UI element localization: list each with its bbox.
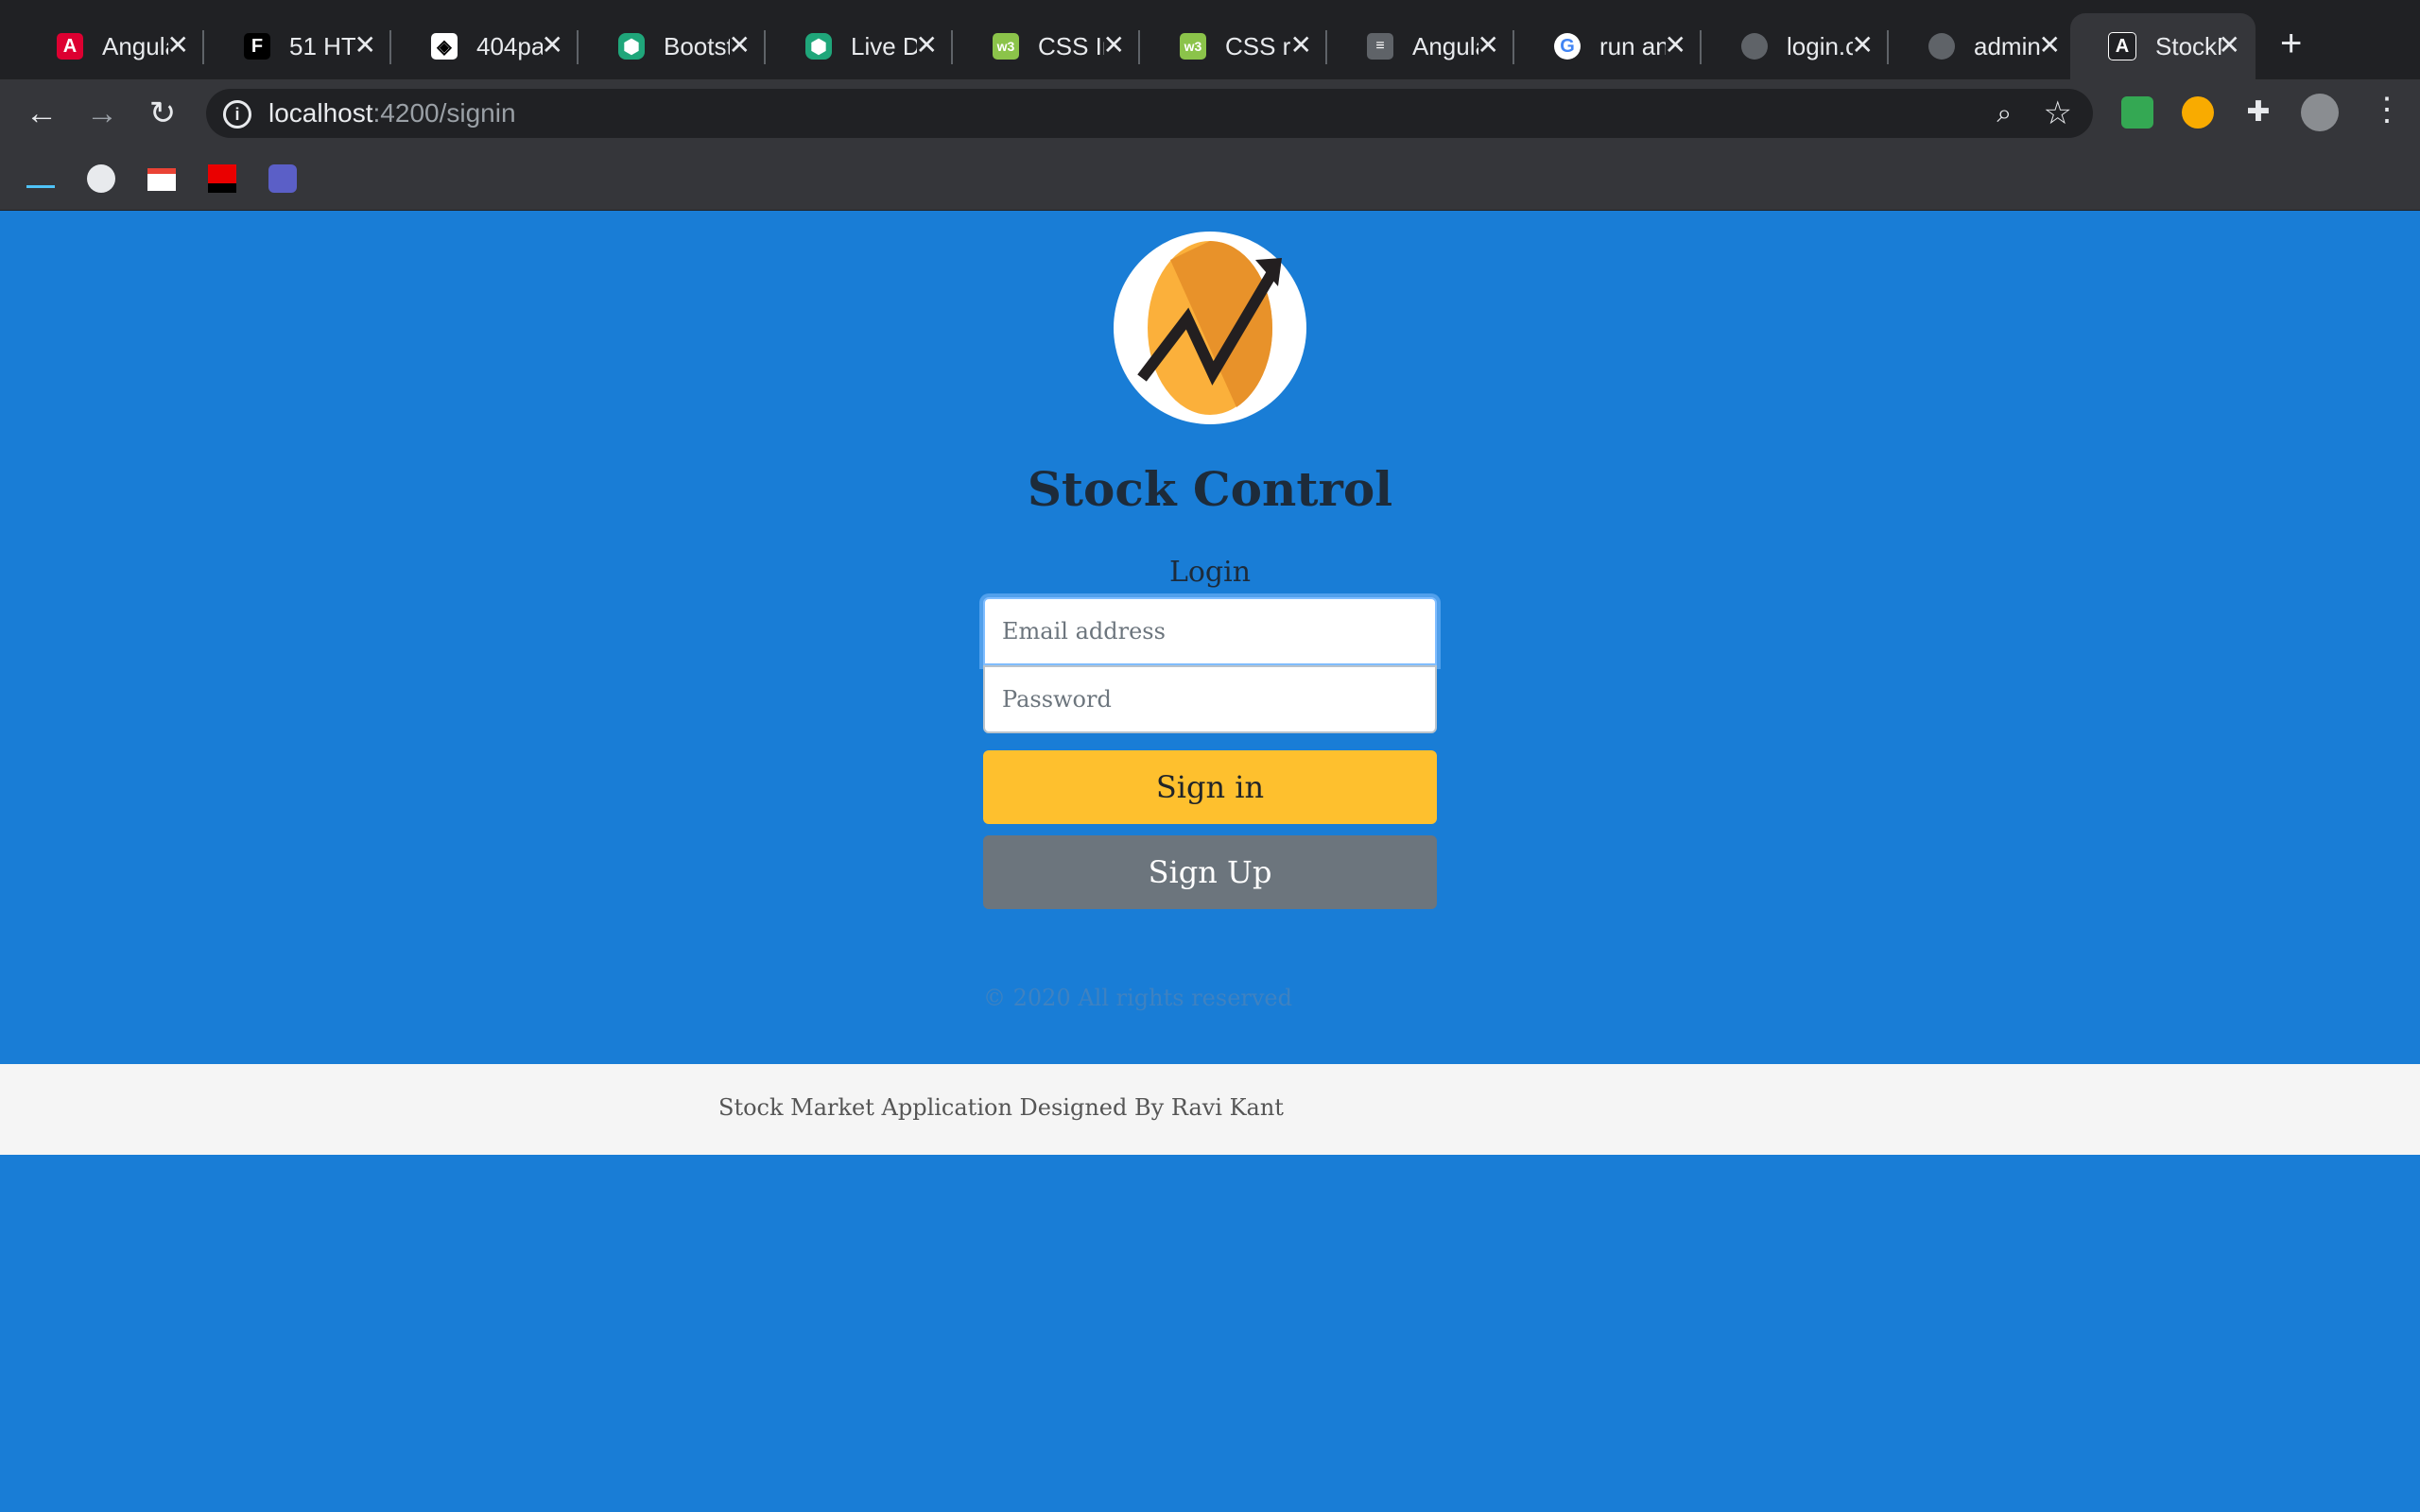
tab-title: run angular — [1599, 31, 1666, 60]
tab-live-demo[interactable]: ⬢ Live Demo ✕ — [768, 13, 953, 79]
zoom-icon[interactable]: ⌕ — [1996, 98, 2012, 129]
tab-title: Bootstrap — [664, 31, 730, 60]
close-icon[interactable]: ✕ — [2039, 32, 2061, 59]
bootstrap-hex-icon: ⬢ — [805, 33, 832, 60]
bookmark-star-icon[interactable]: ☆ — [2044, 94, 2072, 132]
extension-mail-icon[interactable] — [2121, 96, 2153, 129]
tab-stock-market[interactable]: A StockMarket ✕ — [2070, 13, 2256, 79]
site-info-icon[interactable]: i — [223, 100, 251, 129]
close-icon[interactable]: ✕ — [542, 32, 563, 59]
new-tab-button[interactable]: + — [2280, 25, 2302, 62]
tab-title: admin — [1974, 31, 2040, 60]
tab-bootstrap[interactable]: ⬢ Bootstrap ✕ — [580, 13, 766, 79]
tab-title: 404page — [476, 31, 543, 60]
tab-title: CSS rgba — [1225, 31, 1291, 60]
tab-title: Angular — [102, 31, 168, 60]
tab-css-image[interactable]: w3 CSS Image ✕ — [955, 13, 1140, 79]
browser-toolbar: ← → ↻ i localhost:4200/signin ⌕ ☆ — [0, 79, 2420, 147]
browser-tab-bar: A Angular ✕ F 51 HTML ✕ ◈ 404page ✕ ⬢ Bo… — [0, 0, 2420, 79]
tab-login-component[interactable]: login.component ✕ — [1703, 13, 1889, 79]
tab-title: login.component — [1787, 31, 1853, 60]
tab-51-html[interactable]: F 51 HTML ✕ — [206, 13, 391, 79]
close-icon[interactable]: ✕ — [2219, 32, 2240, 59]
close-icon[interactable]: ✕ — [167, 32, 189, 59]
bookmarks-bar — [0, 147, 2420, 211]
tab-title: Angular — [1412, 31, 1478, 60]
footer: Stock Market Application Designed By Rav… — [0, 1064, 2420, 1155]
back-icon[interactable]: ← — [23, 94, 60, 132]
angular-icon: A — [2108, 32, 2136, 60]
tab-title: CSS Image — [1038, 31, 1104, 60]
stock-chart-logo-icon — [1114, 232, 1306, 424]
close-icon[interactable]: ✕ — [1103, 32, 1125, 59]
password-field[interactable] — [983, 665, 1437, 733]
globe-icon[interactable] — [87, 164, 115, 193]
tab-title: StockMarket — [2155, 31, 2221, 60]
close-icon[interactable]: ✕ — [916, 32, 938, 59]
menu-kebab-icon[interactable]: ⋮ — [2371, 91, 2403, 129]
sign-in-button[interactable]: Sign in — [983, 750, 1437, 824]
close-icon[interactable]: ✕ — [354, 32, 376, 59]
bootstrap-hex-icon: ⬢ — [618, 33, 645, 60]
page-title: Stock Control — [1027, 461, 1393, 517]
address-bar[interactable]: i localhost:4200/signin ⌕ ☆ — [206, 89, 2093, 138]
close-icon[interactable]: ✕ — [1478, 32, 1499, 59]
close-icon[interactable]: ✕ — [729, 32, 751, 59]
profile-avatar[interactable] — [2301, 94, 2339, 131]
f-letter-icon: F — [244, 33, 270, 60]
codepen-icon: ◈ — [431, 33, 458, 60]
tab-angular-docs[interactable]: ≡ Angular ✕ — [1329, 13, 1514, 79]
tab-title: Live Demo — [851, 31, 917, 60]
login-heading: Login — [1168, 556, 1252, 589]
reload-icon[interactable]: ↻ — [144, 94, 182, 132]
sign-up-button[interactable]: Sign Up — [983, 835, 1437, 909]
tab-title: 51 HTML — [289, 31, 355, 60]
google-icon: G — [1554, 33, 1581, 60]
footer-credit: Stock Market Application Designed By Rav… — [718, 1094, 1284, 1121]
copyright-text: © 2020 All rights reserved — [983, 985, 1292, 1011]
angular-icon: A — [57, 33, 83, 60]
graph-icon[interactable] — [26, 170, 55, 188]
tab-angular[interactable]: A Angular ✕ — [19, 13, 204, 79]
w3-css-icon: w3 — [993, 33, 1019, 60]
globe-icon — [1741, 33, 1768, 60]
w3-css-icon: w3 — [1180, 33, 1206, 60]
gmail-icon[interactable] — [147, 168, 176, 191]
close-icon[interactable]: ✕ — [1665, 32, 1686, 59]
url-text[interactable]: localhost:4200/signin — [268, 98, 516, 129]
teams-icon[interactable] — [268, 164, 297, 193]
extension-moon-icon[interactable] — [2182, 96, 2214, 129]
tab-css-rgba[interactable]: w3 CSS rgba ✕ — [1142, 13, 1327, 79]
tab-run-angular[interactable]: G run angular ✕ — [1516, 13, 1702, 79]
tab-admin[interactable]: admin ✕ — [1891, 13, 2076, 79]
close-icon[interactable]: ✕ — [1290, 32, 1312, 59]
extensions-puzzle-icon[interactable]: ✚ — [2242, 96, 2274, 129]
email-field[interactable] — [983, 597, 1437, 665]
tab-404page[interactable]: ◈ 404page ✕ — [393, 13, 579, 79]
close-icon[interactable]: ✕ — [1852, 32, 1874, 59]
globe-icon — [1928, 33, 1955, 60]
red-bookmark-icon[interactable] — [208, 164, 236, 193]
forward-icon[interactable]: → — [83, 94, 121, 132]
doc-list-icon: ≡ — [1367, 33, 1393, 60]
